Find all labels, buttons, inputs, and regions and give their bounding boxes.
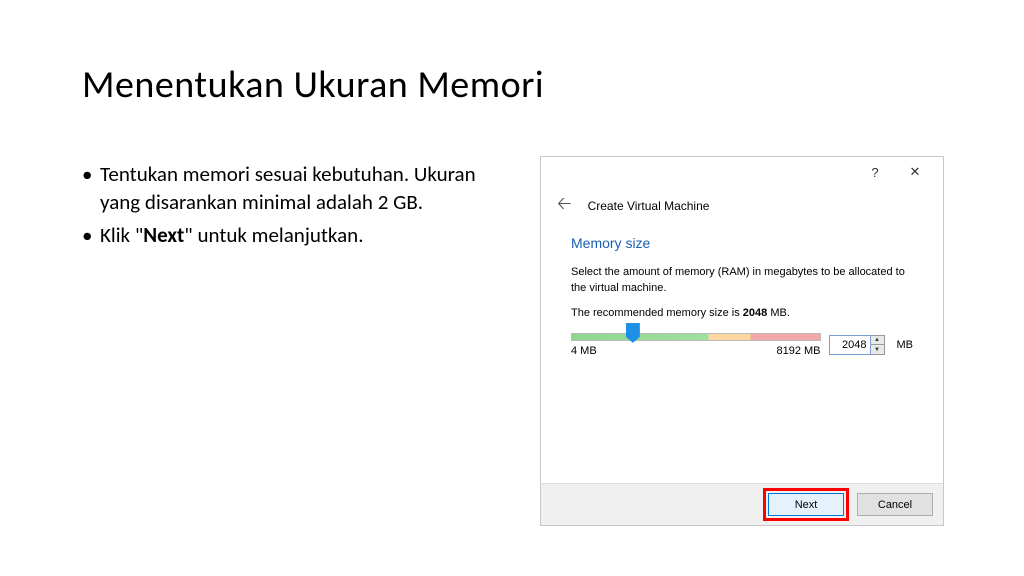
slider-min-label: 4 MB bbox=[571, 345, 597, 357]
back-button[interactable]: 🡠 bbox=[553, 191, 576, 221]
slide-bullets: Tentukan memori sesuai kebutuhan. Ukuran… bbox=[82, 160, 482, 253]
recommend-prefix: The recommended memory size is bbox=[571, 307, 743, 319]
next-button[interactable]: Next bbox=[768, 493, 844, 516]
section-heading: Memory size bbox=[571, 235, 913, 251]
slider-labels: 4 MB 8192 MB bbox=[571, 345, 821, 357]
spin-up-button[interactable]: ▲ bbox=[871, 336, 884, 346]
close-icon: ✕ bbox=[910, 164, 921, 180]
recommend-suffix: MB. bbox=[767, 307, 790, 319]
bullet-item: Tentukan memori sesuai kebutuhan. Ukuran… bbox=[82, 160, 482, 217]
bullet-prefix: Klik " bbox=[100, 222, 143, 248]
slider-track bbox=[571, 333, 821, 341]
next-highlight: Next bbox=[763, 488, 849, 521]
recommended-text: The recommended memory size is 2048 MB. bbox=[571, 307, 913, 319]
slider-max-label: 8192 MB bbox=[776, 345, 820, 357]
close-button[interactable]: ✕ bbox=[895, 158, 935, 186]
titlebar: ? ✕ bbox=[541, 157, 943, 187]
memory-unit: MB bbox=[897, 339, 914, 351]
wizard-title: Create Virtual Machine bbox=[588, 199, 710, 213]
chevron-down-icon: ▼ bbox=[874, 347, 880, 353]
bullet-item: Klik "Next" untuk melanjutkan. bbox=[82, 221, 482, 249]
description-text: Select the amount of memory (RAM) in meg… bbox=[571, 265, 913, 297]
bullet-text: Tentukan memori sesuai kebutuhan. Ukuran… bbox=[100, 161, 476, 215]
cancel-button[interactable]: Cancel bbox=[857, 493, 933, 516]
back-arrow-icon: 🡠 bbox=[557, 193, 572, 213]
memory-slider[interactable]: 4 MB 8192 MB bbox=[571, 333, 821, 357]
memory-input[interactable] bbox=[829, 335, 871, 355]
bullet-bold: Next bbox=[143, 222, 184, 248]
spin-buttons: ▲ ▼ bbox=[871, 335, 885, 355]
wizard-header: 🡠 Create Virtual Machine bbox=[541, 187, 943, 229]
help-button[interactable]: ? bbox=[855, 158, 895, 186]
recommend-value: 2048 bbox=[743, 307, 767, 319]
button-bar: Next Cancel bbox=[541, 483, 943, 525]
chevron-up-icon: ▲ bbox=[874, 337, 880, 343]
slide-title: Menentukan Ukuran Memori bbox=[82, 62, 544, 108]
memory-spinbox: ▲ ▼ bbox=[829, 335, 885, 355]
create-vm-dialog: ? ✕ 🡠 Create Virtual Machine Memory size… bbox=[540, 156, 944, 526]
memory-slider-row: 4 MB 8192 MB ▲ ▼ MB bbox=[571, 333, 913, 357]
spin-down-button[interactable]: ▼ bbox=[871, 345, 884, 354]
dialog-content: Memory size Select the amount of memory … bbox=[541, 229, 943, 367]
bullet-suffix: " untuk melanjutkan. bbox=[184, 222, 363, 248]
